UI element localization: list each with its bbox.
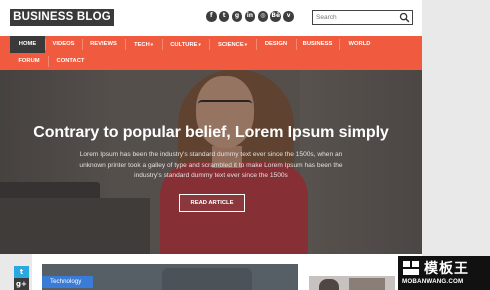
nav-item-label: REVIEWS xyxy=(90,41,117,47)
share-bar: t g+ xyxy=(14,266,29,290)
page: BUSINESS BLOG f t g in ◎ Bē v HOME VIDEO… xyxy=(0,0,422,290)
nav-item-label: HOME xyxy=(18,41,37,47)
hero-excerpt: Lorem Ipsum has been the industry's stan… xyxy=(79,151,343,179)
behance-icon[interactable]: Bē xyxy=(270,11,281,22)
watermark-en: MOBANWANG.COM xyxy=(402,278,464,285)
nav-item-label: WORLD xyxy=(348,41,371,47)
watermark-cn: 模板王 xyxy=(424,261,469,277)
google-plus-share-icon[interactable]: g+ xyxy=(14,278,29,290)
nav-item-reviews[interactable]: REVIEWS xyxy=(82,36,125,53)
nav-item-videos[interactable]: VIDEOS xyxy=(45,36,82,53)
watermark: 模板王 MOBANWANG.COM xyxy=(398,256,490,290)
social-links: f t g in ◎ Bē v xyxy=(206,11,294,22)
nav-item-label: SCIENCE xyxy=(217,42,244,48)
twitter-share-icon[interactable]: t xyxy=(14,266,29,278)
nav-item-label: CULTURE xyxy=(170,42,198,48)
chevron-down-icon: ▾ xyxy=(244,42,248,47)
sidebar-thumbnail[interactable] xyxy=(309,276,395,290)
search-input[interactable] xyxy=(316,11,398,24)
nav-item-business[interactable]: BUSINESS xyxy=(296,36,339,53)
category-tag[interactable]: Technology xyxy=(42,276,93,288)
nav-item-forum[interactable]: FORUM xyxy=(10,53,48,70)
read-article-button[interactable]: READ ARTICLE xyxy=(179,194,245,212)
nav-item-world[interactable]: WORLD xyxy=(339,36,380,53)
nav-item-culture[interactable]: CULTURE▾ xyxy=(162,36,209,53)
hero-banner: Contrary to popular belief, Lorem Ipsum … xyxy=(0,70,422,254)
nav-item-label: TECH xyxy=(133,42,150,48)
header: BUSINESS BLOG f t g in ◎ Bē v xyxy=(0,0,422,36)
linkedin-icon[interactable]: in xyxy=(244,11,256,22)
nav-item-label: CONTACT xyxy=(56,58,85,64)
watermark-logo-icon xyxy=(403,261,419,275)
main-nav: HOME VIDEOS REVIEWS TECH▾ CULTURE▾ SCIEN… xyxy=(0,36,422,70)
nav-item-label: BUSINESS xyxy=(302,41,333,47)
nav-item-design[interactable]: DESIGN xyxy=(256,36,296,53)
hero-title: Contrary to popular belief, Lorem Ipsum … xyxy=(33,124,389,141)
vimeo-icon[interactable]: v xyxy=(283,11,294,22)
nav-item-contact[interactable]: CONTACT xyxy=(48,53,93,70)
facebook-icon[interactable]: f xyxy=(206,11,217,22)
site-logo[interactable]: BUSINESS BLOG xyxy=(10,9,114,26)
nav-item-label: VIDEOS xyxy=(52,41,75,47)
instagram-icon[interactable]: ◎ xyxy=(257,11,269,22)
chevron-down-icon: ▾ xyxy=(150,42,154,47)
nav-item-label: DESIGN xyxy=(264,41,288,47)
twitter-icon[interactable]: t xyxy=(218,11,230,22)
nav-item-home[interactable]: HOME xyxy=(10,36,45,53)
nav-item-science[interactable]: SCIENCE▾ xyxy=(209,36,256,53)
nav-item-tech[interactable]: TECH▾ xyxy=(125,36,162,53)
google-plus-icon[interactable]: g xyxy=(231,11,243,22)
nav-item-label: FORUM xyxy=(18,58,40,64)
chevron-down-icon: ▾ xyxy=(198,42,201,47)
search-box xyxy=(312,10,413,25)
search-icon[interactable] xyxy=(399,12,410,23)
